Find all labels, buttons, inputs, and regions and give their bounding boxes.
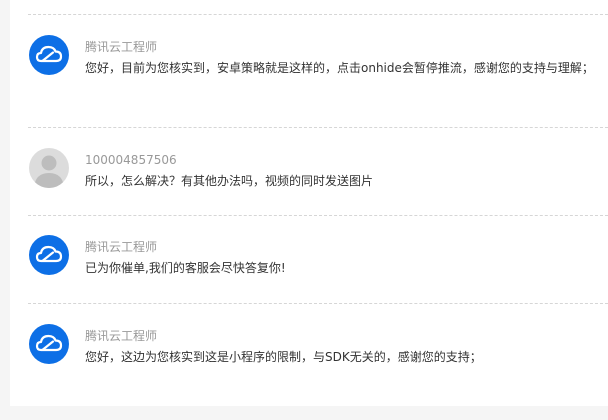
default-user-avatar-icon	[29, 148, 69, 188]
comment-text: 您好，这边为您核实到这是小程序的限制，与SDK无关的，感谢您的支持；	[85, 350, 482, 364]
comment-item: 100004857506 所以，怎么解决？有其他办法吗，视频的同时发送图片	[29, 148, 608, 208]
comment-item: 腾讯云工程师 已为你催单,我们的客服会尽快答复你!	[29, 235, 608, 295]
divider	[28, 127, 608, 128]
comment-author: 100004857506	[85, 153, 177, 167]
comment-author: 腾讯云工程师	[85, 40, 158, 54]
comment-author: 腾讯云工程师	[85, 329, 158, 343]
comment-text: 已为你催单,我们的客服会尽快答复你!	[85, 261, 286, 275]
comment-text: 所以，怎么解决？有其他办法吗，视频的同时发送图片	[85, 174, 374, 188]
comment-thread-panel: 腾讯云工程师 您好，目前为您核实到，安卓策略就是这样的，点击onhide会暂停推…	[10, 0, 608, 406]
divider	[28, 14, 608, 15]
divider	[28, 215, 608, 216]
comment-author: 腾讯云工程师	[85, 240, 158, 254]
comment-text: 您好，目前为您核实到，安卓策略就是这样的，点击onhide会暂停推流，感谢您的支…	[85, 61, 594, 75]
comment-item: 腾讯云工程师 您好，目前为您核实到，安卓策略就是这样的，点击onhide会暂停推…	[29, 35, 608, 95]
comment-item: 腾讯云工程师 您好，这边为您核实到这是小程序的限制，与SDK无关的，感谢您的支持…	[29, 324, 608, 384]
tencent-cloud-logo-icon	[29, 35, 69, 75]
tencent-cloud-logo-icon	[29, 235, 69, 275]
divider	[28, 303, 608, 304]
tencent-cloud-logo-icon	[29, 324, 69, 364]
